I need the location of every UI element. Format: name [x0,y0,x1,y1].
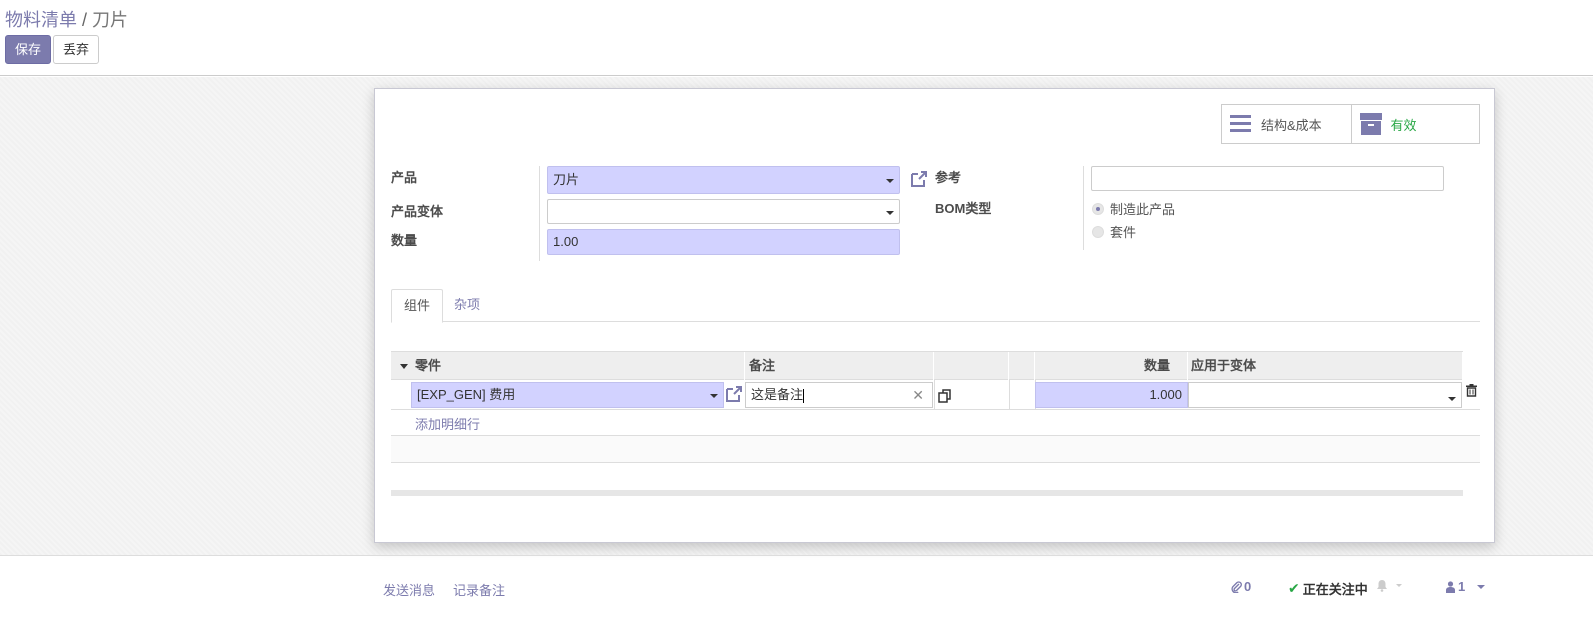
table-row[interactable]: [EXP_GEN] 费用 这是备注 ✕ 1.000 [391,380,1480,410]
column-header-empty [934,352,1009,380]
bom-type-option-manufacture[interactable]: 制造此产品 [1092,199,1175,218]
send-message-button[interactable]: 发送消息 [383,580,435,599]
bom-type-option-label: 套件 [1110,225,1137,240]
column-header-quantity[interactable]: 数量 [1035,352,1188,380]
column-header-note[interactable]: 备注 [745,352,934,380]
breadcrumb: 物料清单 / 刀片 [5,6,128,32]
following-label: 正在关注中 [1302,582,1368,597]
breadcrumb-parent-link[interactable]: 物料清单 [5,10,77,30]
chevron-down-icon [1396,584,1402,587]
copy-icon[interactable] [938,389,952,403]
variants-select[interactable] [1188,382,1462,408]
component-value: [EXP_GEN] 费用 [417,387,516,402]
table-empty-row [391,436,1480,463]
component-quantity-input[interactable]: 1.000 [1035,382,1188,408]
chevron-down-icon [1477,584,1486,589]
bom-type-label: BOM类型 [935,201,992,216]
log-note-button[interactable]: 记录备注 [453,580,505,599]
bars-icon [1230,113,1252,135]
quantity-value: 1.00 [553,234,579,249]
column-header-variants[interactable]: 应用于变体 [1188,352,1463,380]
chevron-down-icon [710,394,718,398]
chevron-down-icon [886,211,894,215]
trash-icon[interactable] [1466,384,1477,397]
archive-icon [1359,113,1382,135]
note-input[interactable]: 这是备注 ✕ [745,382,933,408]
column-divider [934,380,935,410]
followers-button[interactable]: 1 [1446,579,1486,594]
tab-miscellaneous[interactable]: 杂项 [442,289,492,322]
components-table-header: 零件 备注 数量 应用于变体 [391,351,1463,380]
button-box: 结构&成本 有效 [1221,104,1480,144]
product-variant-select[interactable] [547,199,900,224]
product-select[interactable]: 刀片 [547,166,900,194]
breadcrumb-separator: / [82,10,88,30]
chatter-divider [0,555,1593,556]
chevron-down-icon [1448,397,1456,401]
quantity-label: 数量 [391,233,418,248]
user-icon [1446,580,1455,593]
product-label: 产品 [391,170,418,185]
external-link-icon[interactable] [910,170,928,188]
discard-button[interactable]: 丢弃 [53,35,100,64]
sort-caret-icon[interactable] [400,364,408,369]
active-status-label: 有效 [1390,117,1417,133]
save-button[interactable]: 保存 [5,35,52,64]
notebook-tabs: 组件 杂项 [391,289,1480,323]
external-link-icon[interactable] [725,385,743,403]
product-variant-label: 产品变体 [391,204,444,219]
attachments-button[interactable]: 0 [1231,579,1251,594]
structure-cost-button[interactable]: 结构&成本 [1222,105,1351,143]
column-divider [1009,380,1010,410]
right-group-divider [1083,166,1084,250]
control-panel: 物料清单 / 刀片 保存 丢弃 [0,0,1593,76]
chevron-down-icon [886,179,894,183]
bom-type-option-label: 制造此产品 [1110,202,1176,217]
add-line-link[interactable]: 添加明细行 [415,414,480,433]
component-select[interactable]: [EXP_GEN] 费用 [411,382,724,408]
horizontal-scrollbar[interactable] [391,490,1463,496]
following-button[interactable]: ✔ 正在关注中 [1288,579,1368,598]
quantity-input[interactable]: 1.00 [547,229,900,255]
text-cursor [803,388,805,403]
tab-components[interactable]: 组件 [391,289,444,323]
active-toggle-button[interactable]: 有效 [1350,105,1480,143]
left-group-divider [539,166,540,261]
reference-label: 参考 [935,170,962,185]
product-value: 刀片 [553,172,580,187]
structure-cost-label: 结构&成本 [1261,117,1322,133]
column-header-empty [1009,352,1035,380]
clear-icon[interactable]: ✕ [912,383,924,407]
check-icon: ✔ [1288,580,1300,596]
radio-unselected-icon [1092,225,1104,238]
radio-selected-icon [1092,202,1104,215]
bell-icon [1377,580,1387,592]
followers-count: 1 [1458,579,1466,594]
component-quantity-value: 1.000 [1149,387,1182,402]
attachments-count: 0 [1244,579,1252,594]
breadcrumb-current: 刀片 [92,10,129,30]
bom-type-option-kit[interactable]: 套件 [1092,222,1136,241]
reference-input[interactable] [1091,166,1444,191]
column-header-component[interactable]: 零件 [411,352,745,380]
note-value: 这是备注 [751,387,804,402]
notification-settings-button[interactable] [1376,579,1402,592]
paperclip-icon [1231,581,1242,593]
form-sheet: 结构&成本 有效 产品 产品变体 数量 刀片 1.00 参考 BOM类型 制造此… [374,88,1495,543]
